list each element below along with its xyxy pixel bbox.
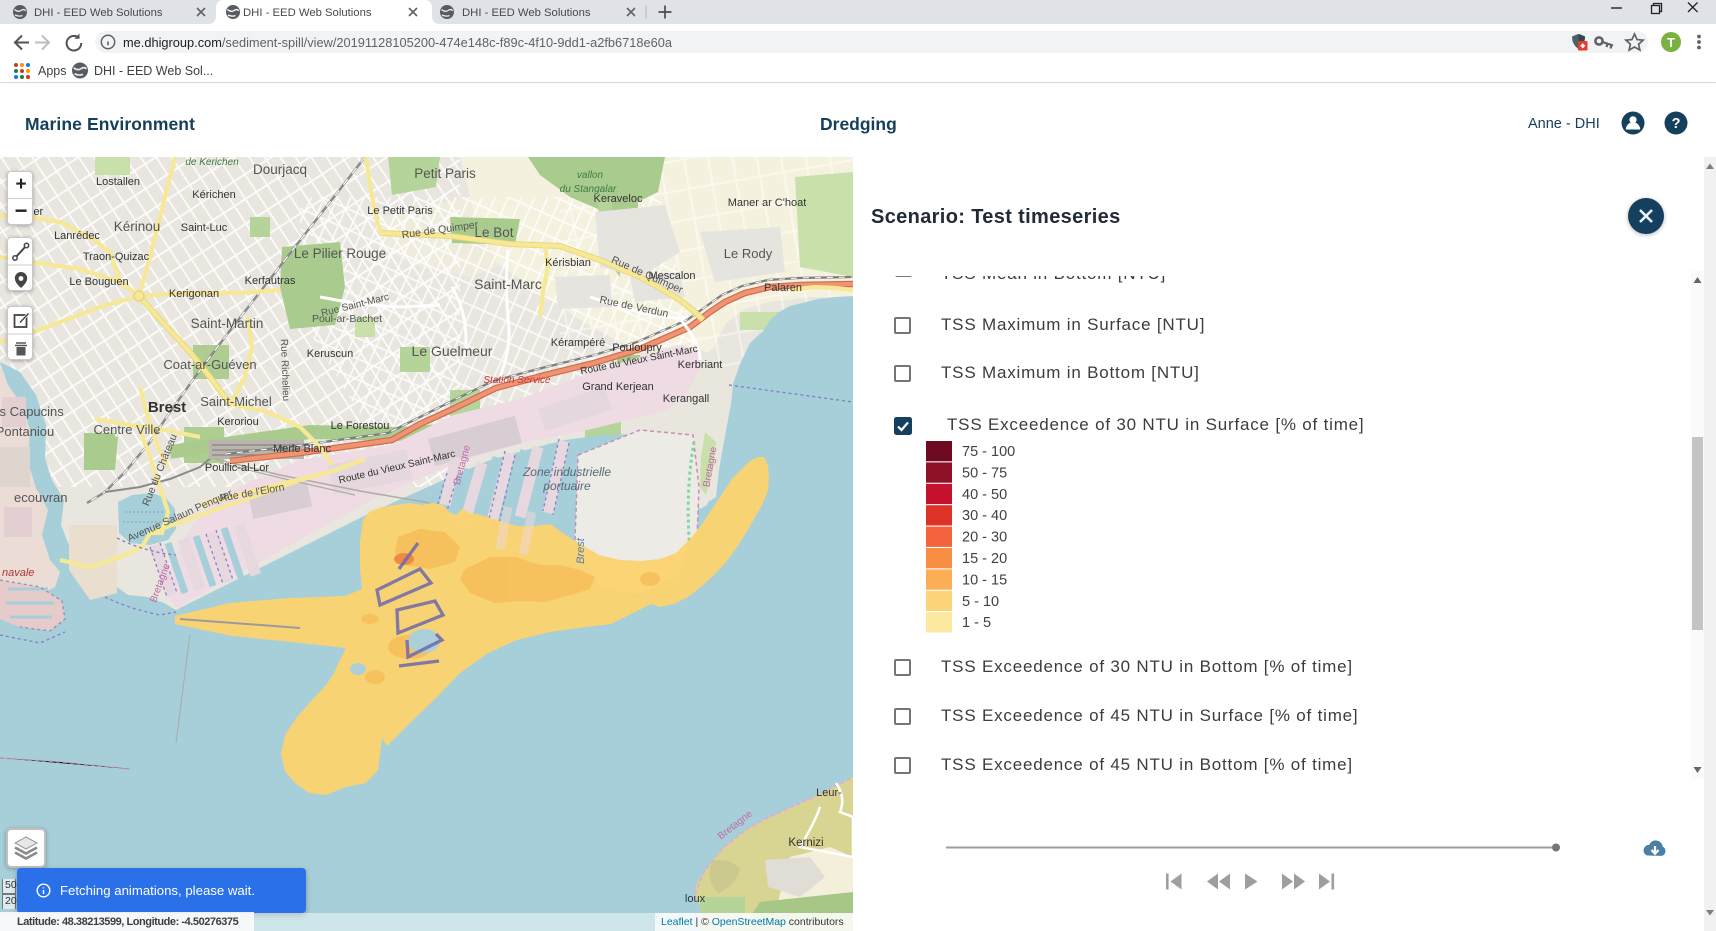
svg-text:Station Service: Station Service [483,375,551,386]
svg-text:T: T [1667,35,1675,50]
svg-text:DHI - EED Web Solutions: DHI - EED Web Solutions [462,7,591,19]
svg-text:Traon-Quizac: Traon-Quizac [83,251,150,263]
svg-text:Saint-Michel: Saint-Michel [200,394,272,409]
svg-text:du Stangalar: du Stangalar [560,184,617,195]
svg-text:DHI - EED Web Solutions: DHI - EED Web Solutions [243,7,372,19]
svg-text:Poullic-al-Lor: Poullic-al-Lor [205,462,270,474]
svg-text:Grand Kerjean: Grand Kerjean [582,381,654,393]
svg-text:5 - 10: 5 - 10 [962,594,999,610]
svg-text:Merle Blanc: Merle Blanc [273,443,332,455]
svg-text:Le Bouguen: Le Bouguen [69,276,128,288]
svg-text:portuaire: portuaire [542,479,591,493]
svg-text:Kérichen: Kérichen [192,189,235,201]
svg-text:Coat-ar-Guéven: Coat-ar-Guéven [163,357,256,372]
svg-text:Le Bot: Le Bot [474,225,513,240]
svg-text:20 - 30: 20 - 30 [962,530,1007,546]
svg-text:40 - 50: 40 - 50 [962,487,1007,503]
svg-text:Brest: Brest [148,399,186,416]
svg-text:Le Rody: Le Rody [724,246,773,261]
svg-text:Zone industrielle: Zone industrielle [522,465,611,479]
svg-text:ecouvran: ecouvran [14,490,67,505]
svg-text:Kerigonan: Kerigonan [169,288,219,300]
svg-text:loux: loux [685,893,706,905]
svg-text:Leur-: Leur- [816,787,842,799]
svg-text:Kérisbian: Kérisbian [545,257,591,269]
svg-text:50 - 75: 50 - 75 [962,465,1007,481]
svg-text:Rue Richelieu: Rue Richelieu [278,339,291,402]
svg-text:Lostallen: Lostallen [96,176,140,188]
svg-text:Keruscun: Keruscun [307,348,353,360]
svg-text:Kérampéré: Kérampéré [551,337,605,349]
svg-text:75 - 100: 75 - 100 [962,444,1015,460]
svg-text:Kerfautras: Kerfautras [245,275,296,287]
svg-text:DHI - EED Web Sol...: DHI - EED Web Sol... [94,64,213,78]
svg-text:Le Petit Paris: Le Petit Paris [367,205,433,217]
svg-text:es Capucins: es Capucins [0,404,64,419]
svg-text:Palaren: Palaren [764,282,802,294]
svg-text:Keroriou: Keroriou [217,416,259,428]
svg-text:Saint-Martin: Saint-Martin [191,316,264,331]
svg-text:Le Guelmeur: Le Guelmeur [412,343,493,359]
svg-text:10 - 15: 10 - 15 [962,572,1007,588]
svg-text:Centre Ville: Centre Ville [94,422,161,437]
svg-text:vallon: vallon [577,170,604,181]
svg-text:Dourjacq: Dourjacq [253,162,307,177]
svg-text:Kerbriant: Kerbriant [678,359,723,371]
svg-text:Le Forestou: Le Forestou [331,420,390,432]
svg-text:1 - 5: 1 - 5 [962,615,991,631]
svg-text:Brest: Brest [575,537,587,564]
svg-text:Pontaniou: Pontaniou [0,424,54,439]
svg-text:Saint-Luc: Saint-Luc [181,222,228,234]
svg-text:Saint-Marc: Saint-Marc [474,276,542,292]
svg-text:Kérinou: Kérinou [114,219,161,234]
svg-text:?: ? [1672,116,1681,132]
svg-text:Maner ar C'hoat: Maner ar C'hoat [728,197,807,209]
svg-text:DHI - EED Web Solutions: DHI - EED Web Solutions [34,7,163,19]
svg-text:Kernizi: Kernizi [788,837,823,849]
svg-text:Poul-ar-Bachet: Poul-ar-Bachet [312,313,382,325]
svg-text:me.dhigroup.com/sediment-spill: me.dhigroup.com/sediment-spill/view/2019… [123,35,673,50]
svg-text:30 - 40: 30 - 40 [962,508,1007,524]
svg-text:navale: navale [2,567,34,579]
svg-text:15 - 20: 15 - 20 [962,551,1007,567]
svg-text:Apps: Apps [38,64,67,78]
svg-text:Petit Paris: Petit Paris [414,166,476,181]
svg-text:Lanrédec: Lanrédec [54,230,100,242]
svg-text:Le Pilier Rouge: Le Pilier Rouge [294,246,386,261]
svg-text:de Kerichen: de Kerichen [185,157,239,168]
svg-text:Kerangall: Kerangall [663,393,709,405]
